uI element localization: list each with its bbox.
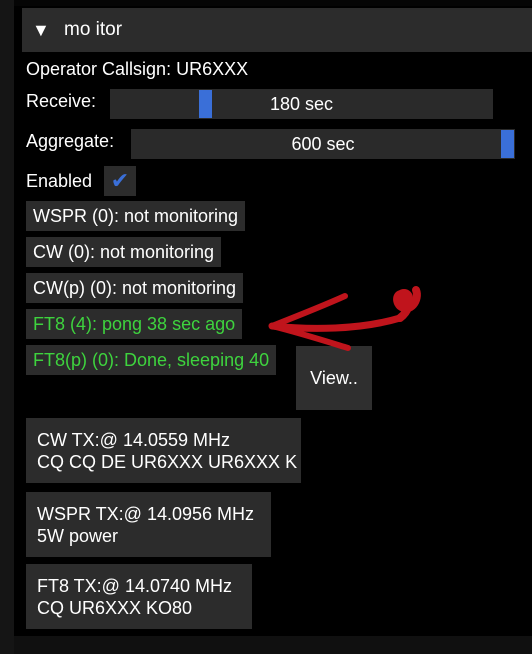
checkmark-icon: ✔ bbox=[110, 168, 130, 193]
wspr-tx-frequency: WSPR TX:@ 14.0956 MHz bbox=[37, 504, 255, 524]
collapse-triangle-icon[interactable]: ▼ bbox=[32, 20, 52, 41]
ft8-tx-frequency: FT8 TX:@ 14.0740 MHz bbox=[37, 576, 233, 596]
monitor-section-header[interactable]: ▼ mo itor bbox=[22, 8, 532, 52]
ft8-tx-message: CQ UR6XXX KO80 bbox=[37, 598, 193, 618]
wspr-tx-message: 5W power bbox=[37, 526, 119, 546]
cw-tx-message: CQ CQ DE UR6XXX UR6XXX K bbox=[37, 452, 298, 472]
enabled-label: Enabled bbox=[26, 171, 93, 191]
aggregate-value: 600 sec bbox=[291, 133, 355, 154]
aggregate-slider-thumb[interactable] bbox=[501, 130, 514, 158]
status-ft8: FT8 (4): pong 38 sec ago bbox=[26, 309, 243, 339]
section-title: mo itor bbox=[64, 19, 123, 40]
receive-slider-thumb[interactable] bbox=[199, 90, 212, 118]
receive-slider[interactable]: 180 sec bbox=[110, 89, 493, 119]
status-ft8p: FT8(p) (0): Done, sleeping 40 bbox=[26, 345, 277, 375]
status-cwp: CW(p) (0): not monitoring bbox=[26, 273, 244, 303]
view-button[interactable]: View.. bbox=[296, 346, 372, 410]
operator-callsign-label: Operator Callsign: UR6XXX bbox=[26, 59, 249, 79]
cw-tx-button[interactable]: CW TX:@ 14.0559 MHz CQ CQ DE UR6XXX UR6X… bbox=[26, 418, 301, 483]
status-cw: CW (0): not monitoring bbox=[26, 237, 222, 267]
aggregate-slider[interactable]: 600 sec bbox=[131, 129, 515, 159]
ft8-tx-button[interactable]: FT8 TX:@ 14.0740 MHz CQ UR6XXX KO80 bbox=[26, 564, 252, 629]
bottom-edge bbox=[14, 636, 532, 654]
wspr-tx-button[interactable]: WSPR TX:@ 14.0956 MHz 5W power bbox=[26, 492, 271, 557]
cw-tx-frequency: CW TX:@ 14.0559 MHz bbox=[37, 430, 230, 450]
enabled-checkbox[interactable]: ✔ bbox=[104, 166, 136, 196]
receive-label: Receive: bbox=[26, 91, 97, 111]
receive-value: 180 sec bbox=[269, 93, 334, 114]
status-wspr: WSPR (0): not monitoring bbox=[26, 201, 246, 231]
aggregate-label: Aggregate: bbox=[26, 131, 115, 151]
left-rail bbox=[0, 0, 14, 654]
